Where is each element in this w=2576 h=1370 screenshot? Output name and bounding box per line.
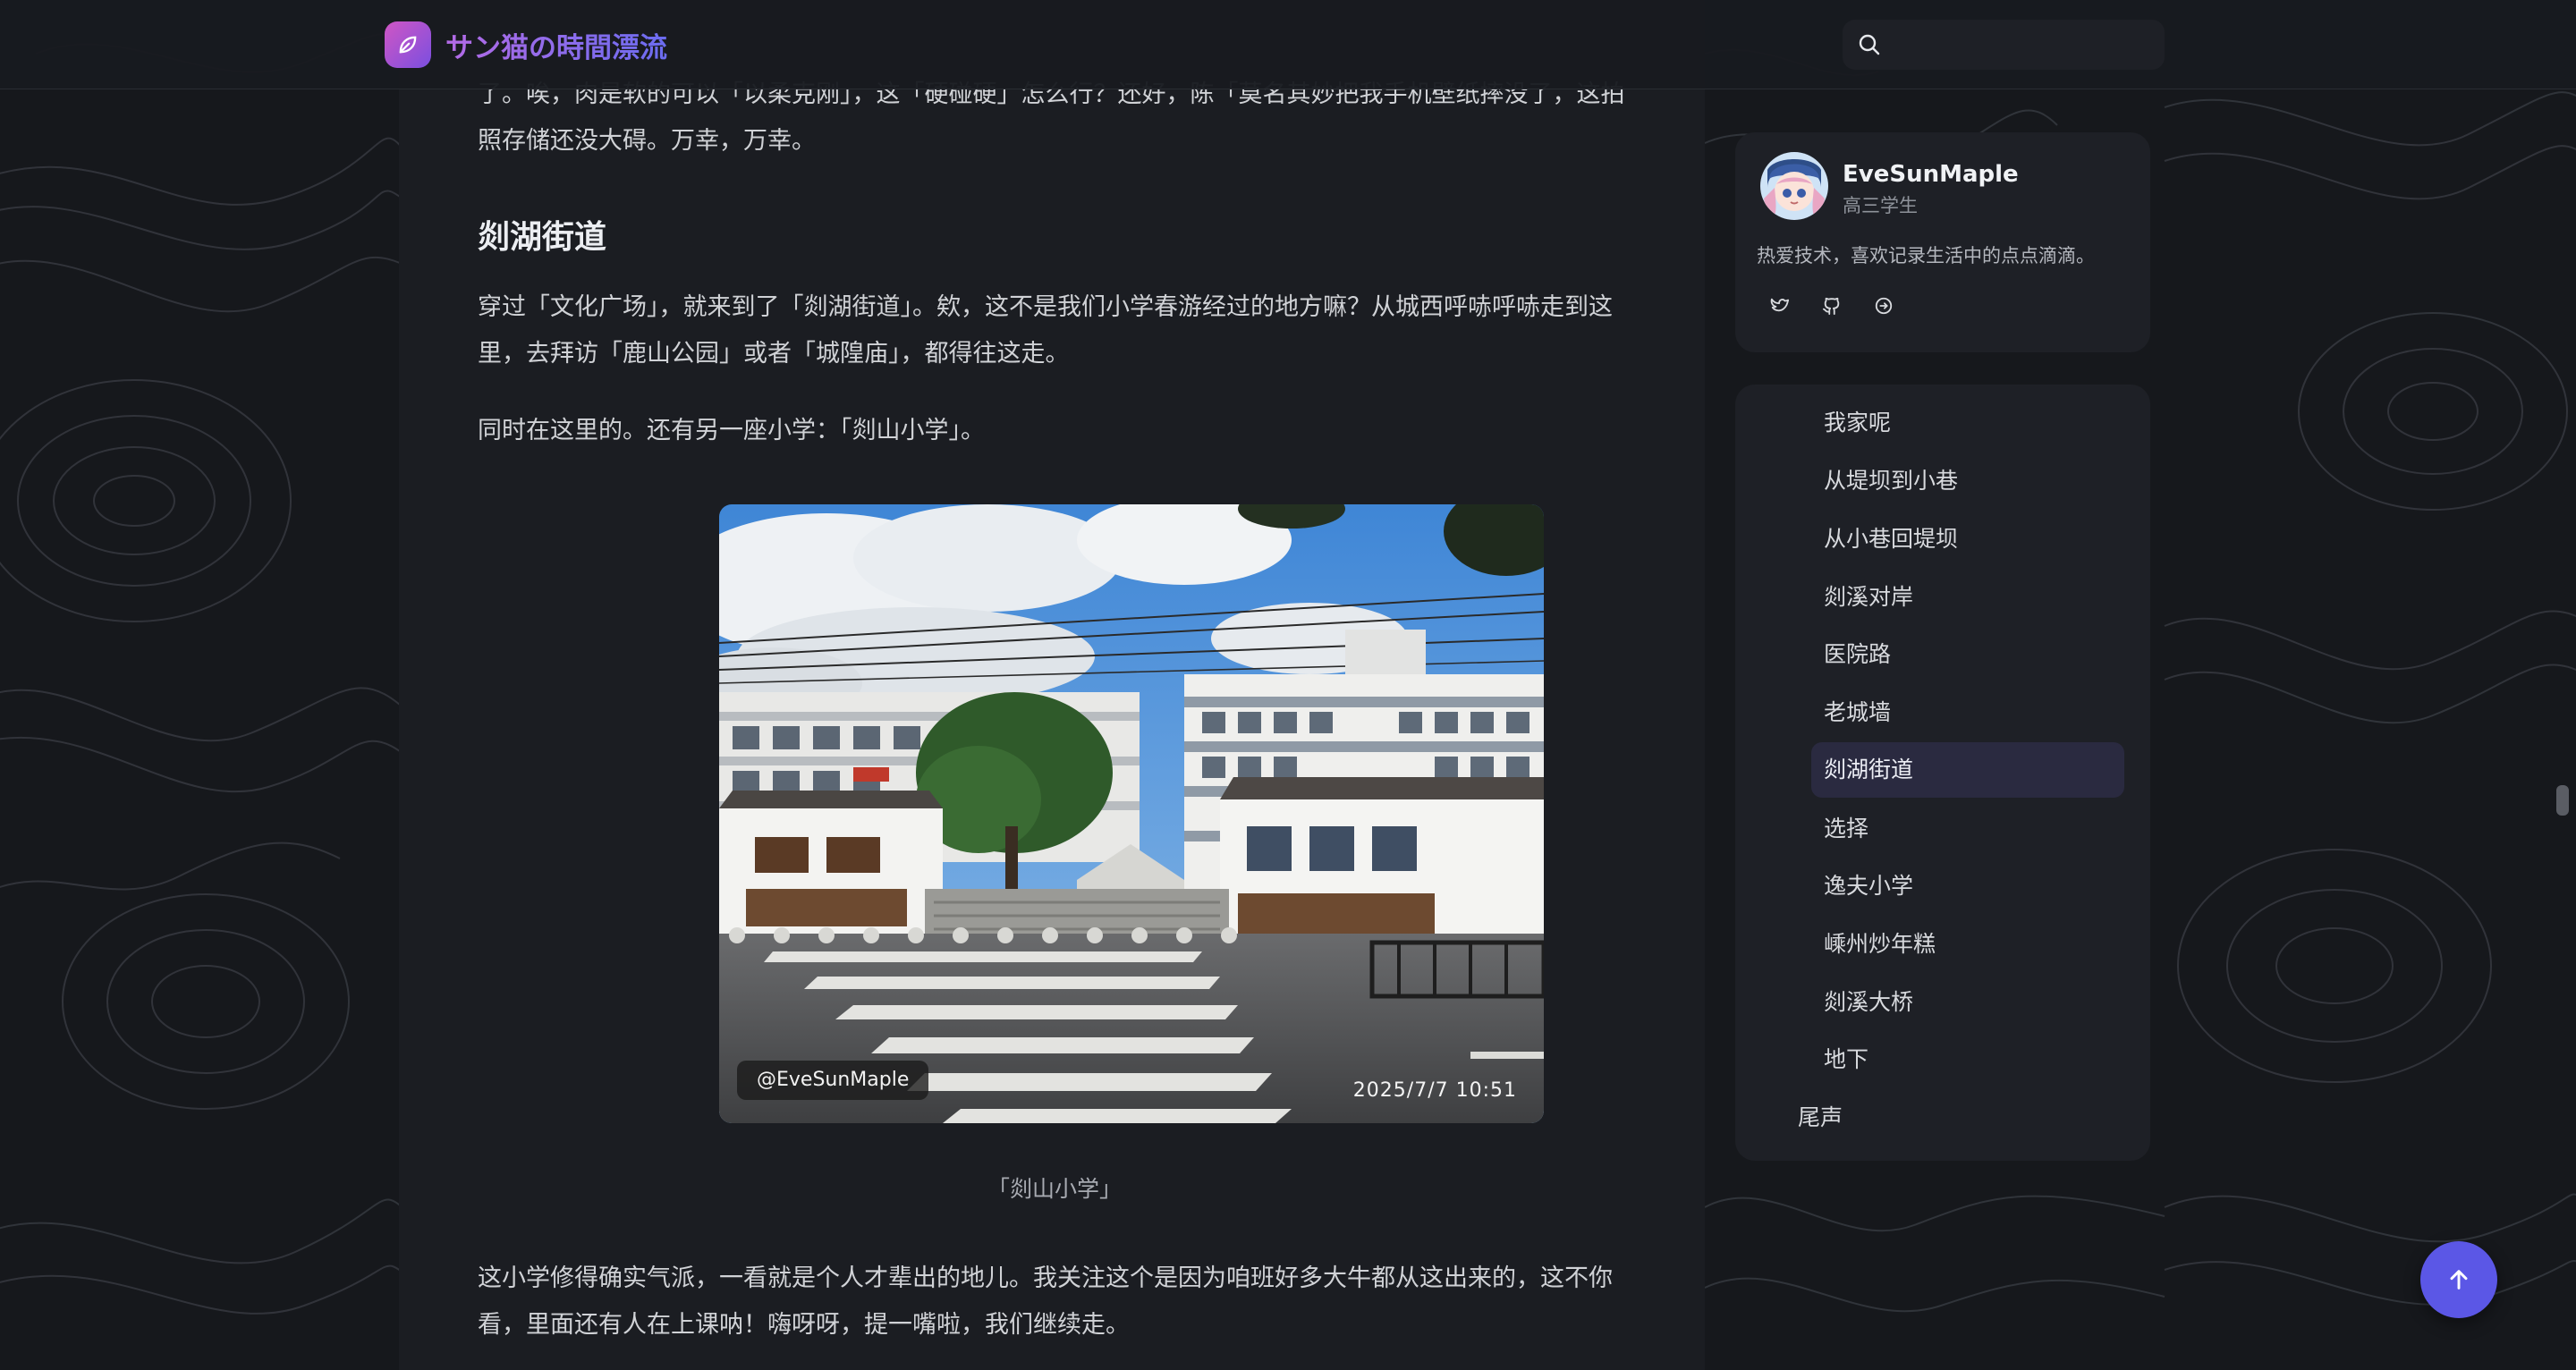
search-input[interactable] xyxy=(1843,20,2165,70)
section-heading: 剡湖街道 xyxy=(478,219,607,256)
brand-title: サン猫の時間漂流 xyxy=(445,25,667,65)
twitter-icon[interactable] xyxy=(1767,293,1792,318)
photo-caption: 「剡山小学」 xyxy=(987,1176,1122,1202)
table-of-contents: 我家呢 从堤坝到小巷 从小巷回堤坝 剡溪对岸 医院路 老城墙 剡湖街道 选择 逸… xyxy=(1735,385,2150,1161)
toc-item[interactable]: 嵊州炒年糕 xyxy=(1811,917,2124,972)
toc-item[interactable]: 选择 xyxy=(1811,801,2124,857)
toc-item[interactable]: 从小巷回堤坝 xyxy=(1811,512,2124,567)
toc-item[interactable]: 剡溪大桥 xyxy=(1811,975,2124,1030)
arrow-up-icon xyxy=(2450,1270,2468,1290)
toc-item[interactable]: 老城墙 xyxy=(1811,685,2124,740)
leaf-logo-icon xyxy=(385,21,431,68)
profile-bio: 热爱技术，喜欢记录生活中的点点滴滴。 xyxy=(1757,245,2095,266)
link-icon[interactable] xyxy=(1871,293,1896,318)
toc-item-active[interactable]: 剡湖街道 xyxy=(1811,742,2124,798)
social-links xyxy=(1767,293,1923,318)
profile-card: EveSunMaple 高三学生 热爱技术，喜欢记录生活中的点点滴滴。 xyxy=(1735,132,2150,352)
back-to-top-button[interactable] xyxy=(2420,1241,2497,1318)
toc-item[interactable]: 尾声 xyxy=(1785,1090,2098,1146)
github-icon[interactable] xyxy=(1819,293,1844,318)
toc-item[interactable]: 地下 xyxy=(1811,1032,2124,1087)
toc-item[interactable]: 我家呢 xyxy=(1811,395,2124,451)
article-paragraph: 穿过「文化广场」，就来到了「剡湖街道」。欸，这不是我们小学春游经过的地方嘛？从城… xyxy=(478,293,1613,368)
toc-item[interactable]: 医院路 xyxy=(1811,627,2124,682)
photo-timestamp: 2025/7/7 10:51 xyxy=(1352,1079,1517,1102)
brand-link[interactable]: サン猫の時間漂流 xyxy=(385,20,667,70)
article-paragraph: 这小学修得确实气派，一看就是个人才辈出的地儿。我关注这个是因为咱班好多大牛都从这… xyxy=(478,1264,1613,1339)
article-paragraph: 同时在这里的。还有另一座小学：「剡山小学」。 xyxy=(478,417,985,444)
article-body: 了。唉，肉是软的可以「以柔克刚」，这「硬碰硬」怎么行？还好，陈「莫名其妙把我手机… xyxy=(399,0,1705,1370)
profile-role: 高三学生 xyxy=(1843,195,1918,216)
toc-item[interactable]: 从堤坝到小巷 xyxy=(1811,453,2124,509)
toc-item[interactable]: 剡溪对岸 xyxy=(1811,570,2124,625)
toc-item[interactable]: 逸夫小学 xyxy=(1811,858,2124,914)
avatar[interactable] xyxy=(1760,152,1828,220)
page-scrollbar-thumb[interactable] xyxy=(2556,785,2569,816)
photo-author-watermark: @EveSunMaple xyxy=(737,1061,929,1100)
search-icon xyxy=(1859,34,1880,55)
profile-name: EveSunMaple xyxy=(1843,161,2019,188)
top-header: サン猫の時間漂流 xyxy=(0,0,2576,89)
school-photo[interactable]: @EveSunMaple 2025/7/7 10:51 xyxy=(719,504,1544,1123)
